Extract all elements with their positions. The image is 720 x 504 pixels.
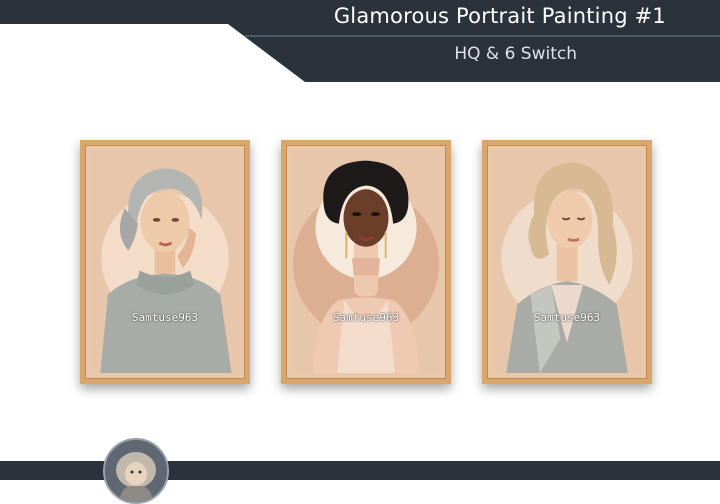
page-subtitle: HQ & 6 Switch [454,44,577,64]
header-banner: Glamorous Portrait Painting #1 HQ & 6 Sw… [0,0,720,82]
watermark-text: Samtuse963 [131,311,199,324]
watermark-text: Samtuse963 [332,311,400,324]
avatar-icon[interactable] [103,438,169,504]
watermark-text: Samtuse963 [533,311,601,324]
portrait-painting-3: Samtuse963 [493,151,641,373]
page-title: Glamorous Portrait Painting #1 [333,4,666,28]
portrait-painting-1: Samtuse963 [91,151,239,373]
portrait-frame-3: Samtuse963 [482,140,652,384]
portrait-frame-1: Samtuse963 [80,140,250,384]
portrait-painting-2: Samtuse963 [292,151,440,373]
portrait-frame-2: Samtuse963 [281,140,451,384]
